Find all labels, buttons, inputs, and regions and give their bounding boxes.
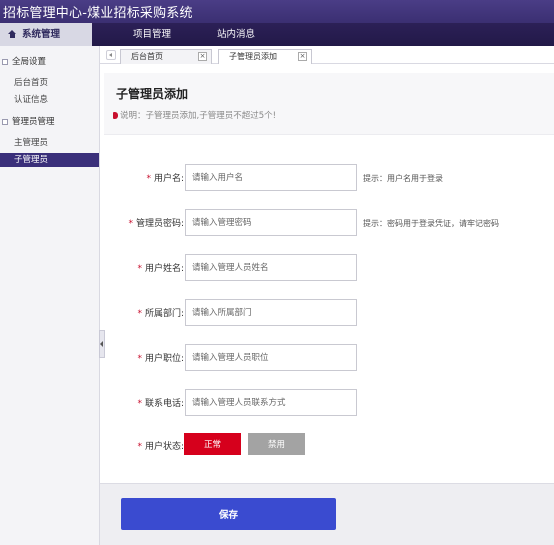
form-row-position: * 用户职位: bbox=[104, 344, 554, 371]
sidebar-group-global-settings[interactable]: 全局设置 bbox=[0, 54, 99, 70]
page-note: 说明：子管理员添加,子管理员不超过5个! bbox=[113, 109, 276, 121]
bottom-action-bar: 保存 bbox=[100, 483, 554, 545]
collapse-icon bbox=[2, 59, 8, 65]
nav-system-management[interactable]: 系统管理 bbox=[0, 23, 92, 46]
home-icon bbox=[8, 30, 17, 38]
department-input[interactable] bbox=[185, 299, 357, 326]
form-row-phone: * 联系电话: bbox=[104, 389, 554, 416]
username-input[interactable] bbox=[185, 164, 357, 191]
status-disabled-button[interactable]: 禁用 bbox=[248, 433, 305, 455]
field-label: * 用户名: bbox=[146, 174, 184, 184]
sidebar-item-dashboard[interactable]: 后台首页 bbox=[0, 76, 99, 90]
field-label: * 所属部门: bbox=[137, 309, 184, 319]
form-row-username: *用户名: 提示：用户名用于登录 bbox=[104, 164, 554, 191]
field-label: * 用户状态: bbox=[137, 442, 184, 452]
app-header: 招标管理中心-煤业招标采购系统 bbox=[0, 0, 554, 23]
form-row-department: * 所属部门: bbox=[104, 299, 554, 326]
field-hint: 提示：密码用于登录凭证，请牢记密码 bbox=[363, 219, 499, 228]
tab-scroll-left-icon[interactable] bbox=[106, 50, 116, 60]
full-name-input[interactable] bbox=[185, 254, 357, 281]
phone-input[interactable] bbox=[185, 389, 357, 416]
page-header: 子管理员添加 说明：子管理员添加,子管理员不超过5个! bbox=[104, 73, 554, 135]
field-label: * 联系电话: bbox=[137, 399, 184, 409]
sidebar: 全局设置 后台首页 认证信息 管理员管理 主管理员 子管理员 bbox=[0, 46, 100, 545]
position-input[interactable] bbox=[185, 344, 357, 371]
nav-project-management[interactable]: 项目管理 bbox=[133, 23, 171, 46]
form-row-status: * 用户状态: 正常 禁用 bbox=[104, 433, 554, 459]
password-input[interactable] bbox=[185, 209, 357, 236]
save-button[interactable]: 保存 bbox=[121, 498, 336, 530]
field-label: * 管理员密码: bbox=[128, 219, 184, 229]
sidebar-item-sub-admin[interactable]: 子管理员 bbox=[0, 153, 99, 167]
field-label: * 用户姓名: bbox=[137, 264, 184, 274]
field-label: * 用户职位: bbox=[137, 354, 184, 364]
note-marker-icon bbox=[113, 112, 118, 119]
sidebar-item-certification[interactable]: 认证信息 bbox=[0, 93, 99, 107]
close-icon[interactable]: × bbox=[298, 52, 307, 61]
top-nav: 系统管理 项目管理 站内消息 bbox=[0, 23, 554, 46]
form-row-password: *管理员密码: 提示：密码用于登录凭证，请牢记密码 bbox=[104, 209, 554, 236]
tab-dashboard[interactable]: 后台首页 × bbox=[120, 49, 212, 64]
tab-sub-admin-add[interactable]: 子管理员添加 × bbox=[218, 49, 312, 64]
page-title: 子管理员添加 bbox=[116, 87, 189, 101]
sidebar-group-admin-management[interactable]: 管理员管理 bbox=[0, 114, 99, 130]
field-hint: 提示：用户名用于登录 bbox=[363, 174, 443, 183]
app-title: 招标管理中心-煤业招标采购系统 bbox=[3, 6, 193, 21]
form-row-full-name: * 用户姓名: bbox=[104, 254, 554, 281]
nav-site-messages[interactable]: 站内消息 bbox=[217, 23, 255, 46]
tab-strip: 后台首页 × 子管理员添加 × bbox=[100, 46, 554, 64]
sidebar-item-main-admin[interactable]: 主管理员 bbox=[0, 136, 99, 150]
collapse-icon bbox=[2, 119, 8, 125]
status-active-button[interactable]: 正常 bbox=[184, 433, 241, 455]
nav-label: 系统管理 bbox=[22, 29, 61, 40]
close-icon[interactable]: × bbox=[198, 52, 207, 61]
